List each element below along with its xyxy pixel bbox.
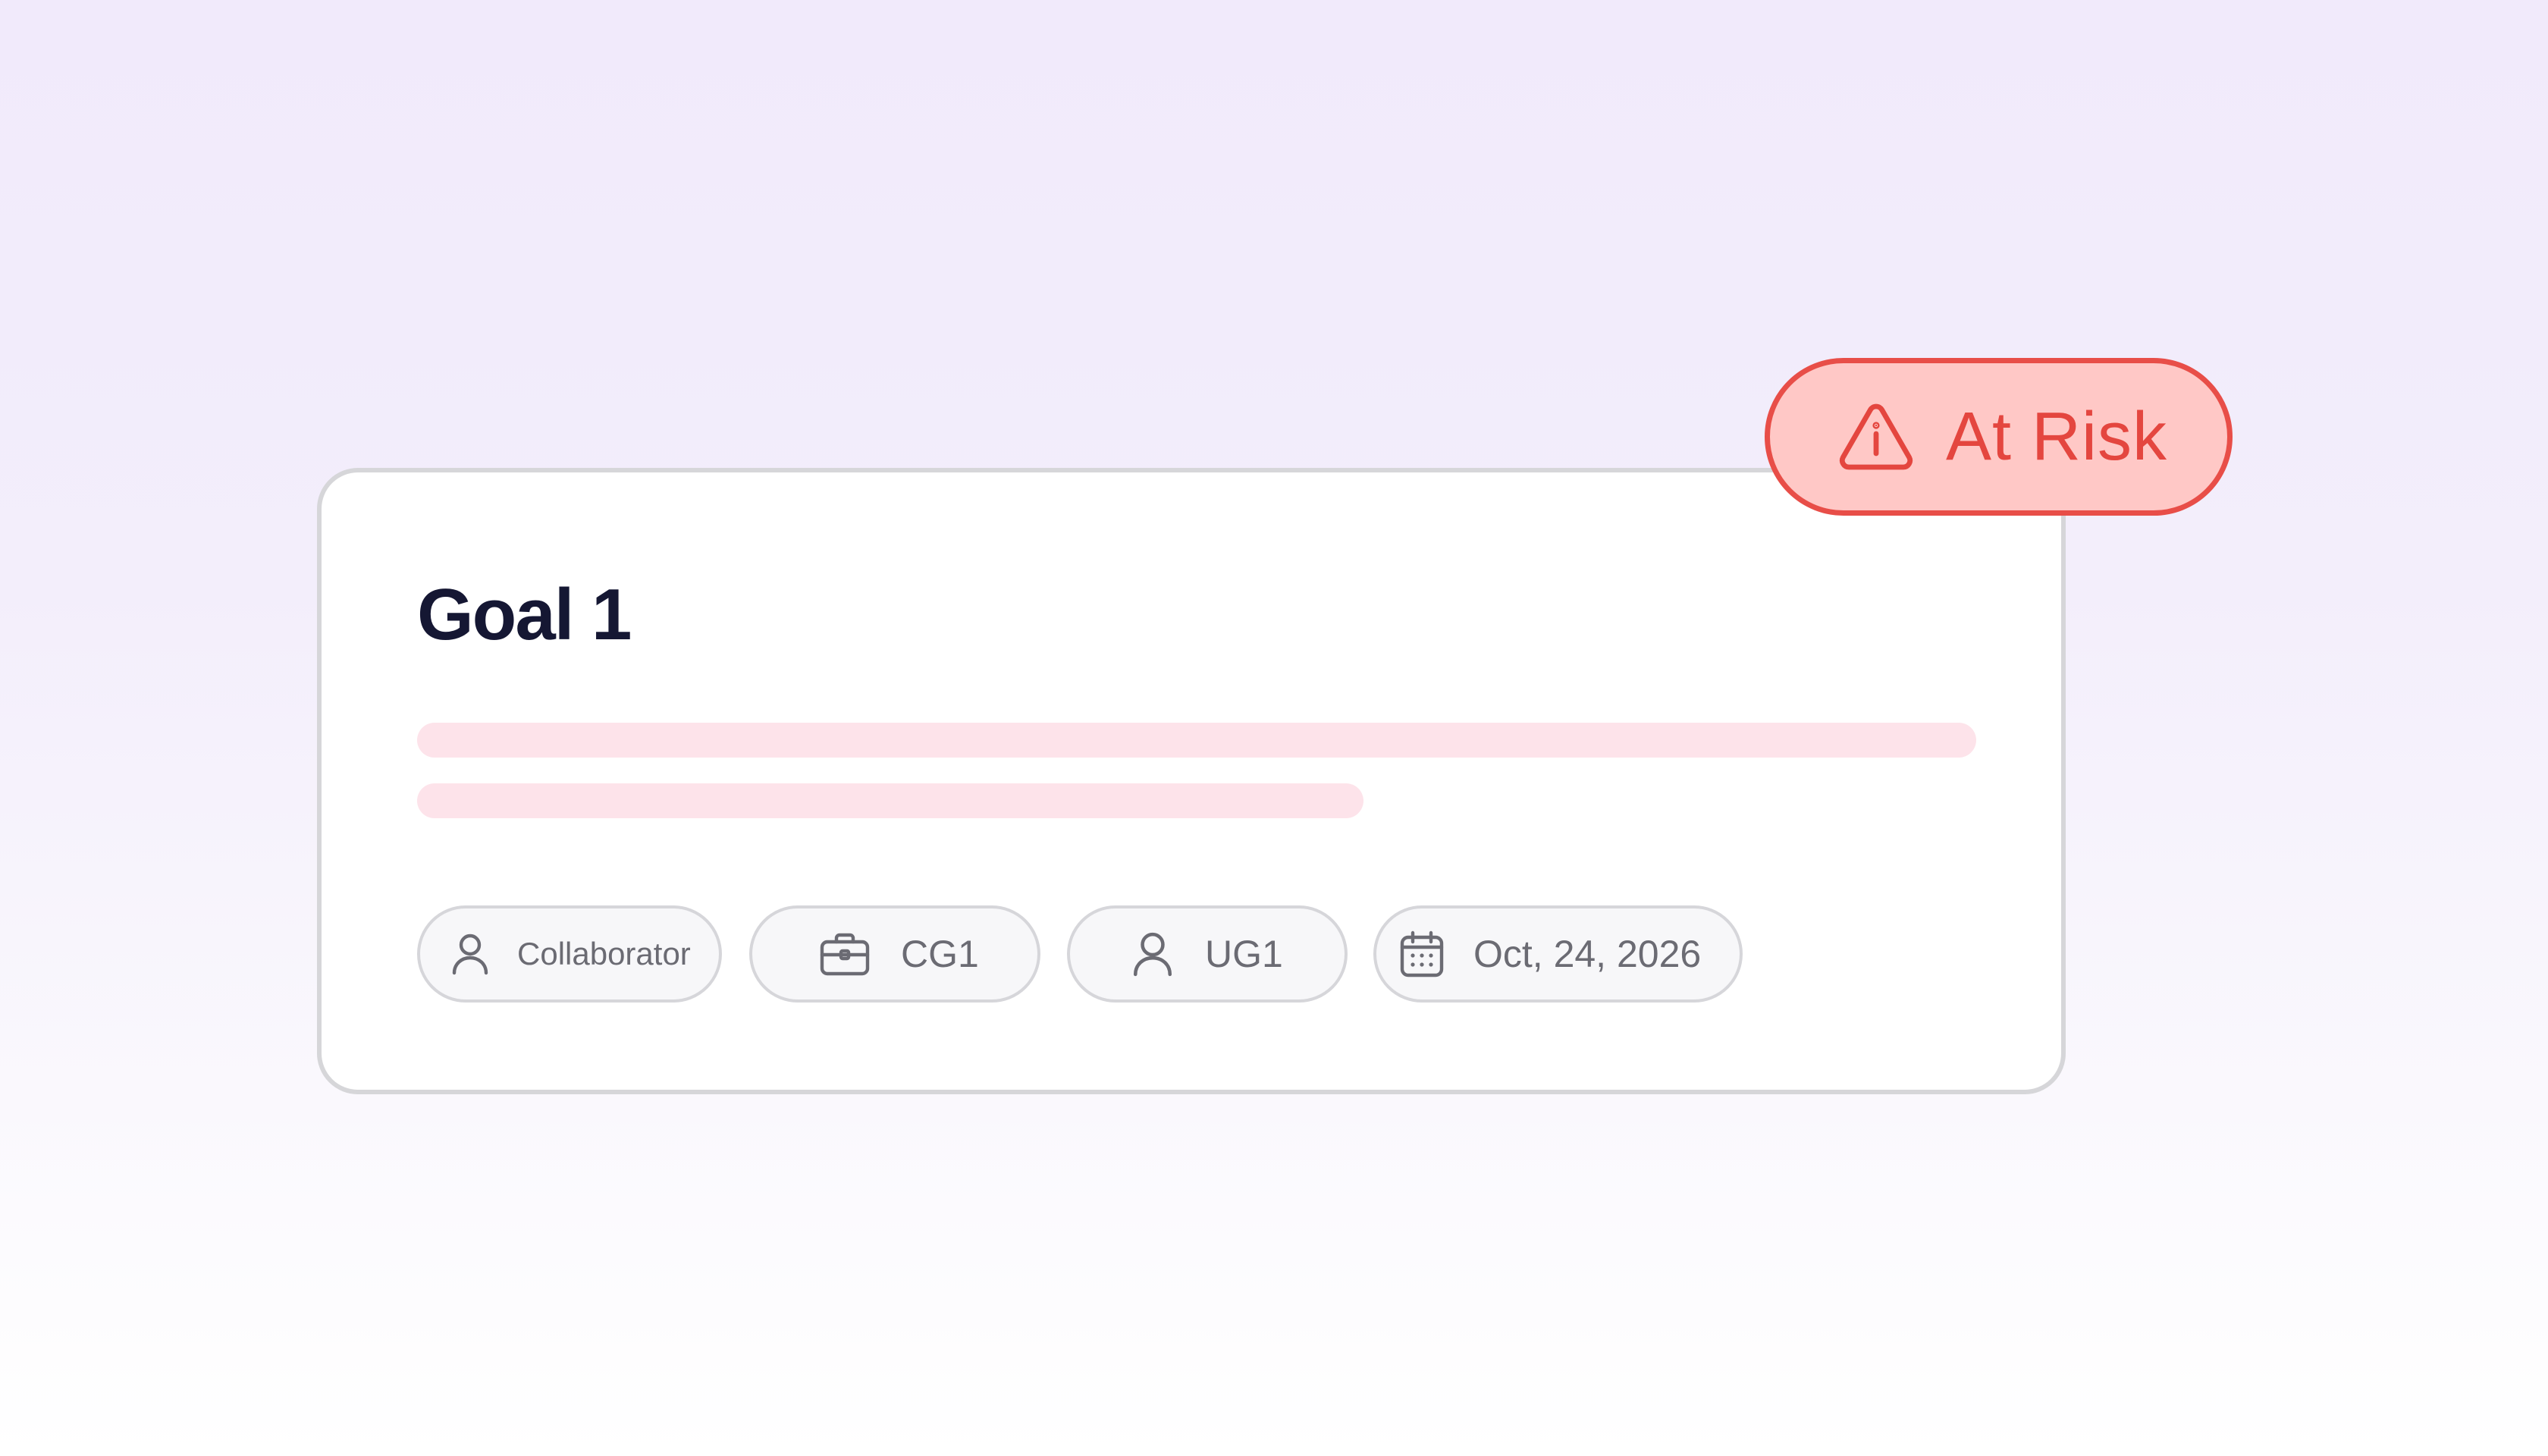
goal-card[interactable]: Goal 1 Collaborator CG1 UG1 Oct, 24, 202…	[317, 468, 2066, 1094]
warning-triangle-icon	[1838, 402, 1914, 472]
status-label: At Risk	[1946, 399, 2168, 475]
status-badge: At Risk	[1765, 358, 2233, 516]
due-date-chip[interactable]: Oct, 24, 2026	[1373, 905, 1743, 1003]
user-goal-chip[interactable]: UG1	[1067, 905, 1348, 1003]
user-icon	[1132, 931, 1173, 977]
collaborator-label: Collaborator	[517, 936, 691, 971]
calendar-icon	[1399, 930, 1445, 978]
due-date-label: Oct, 24, 2026	[1473, 933, 1702, 975]
user-goal-label: UG1	[1205, 933, 1283, 975]
goal-title: Goal 1	[417, 574, 632, 655]
description-placeholder-line	[417, 783, 1363, 818]
description-placeholder-line	[417, 723, 1976, 758]
user-icon	[450, 933, 490, 975]
briefcase-icon	[819, 931, 871, 977]
company-goal-label: CG1	[901, 933, 979, 975]
company-goal-chip[interactable]: CG1	[749, 905, 1040, 1003]
collaborator-chip[interactable]: Collaborator	[417, 905, 722, 1003]
